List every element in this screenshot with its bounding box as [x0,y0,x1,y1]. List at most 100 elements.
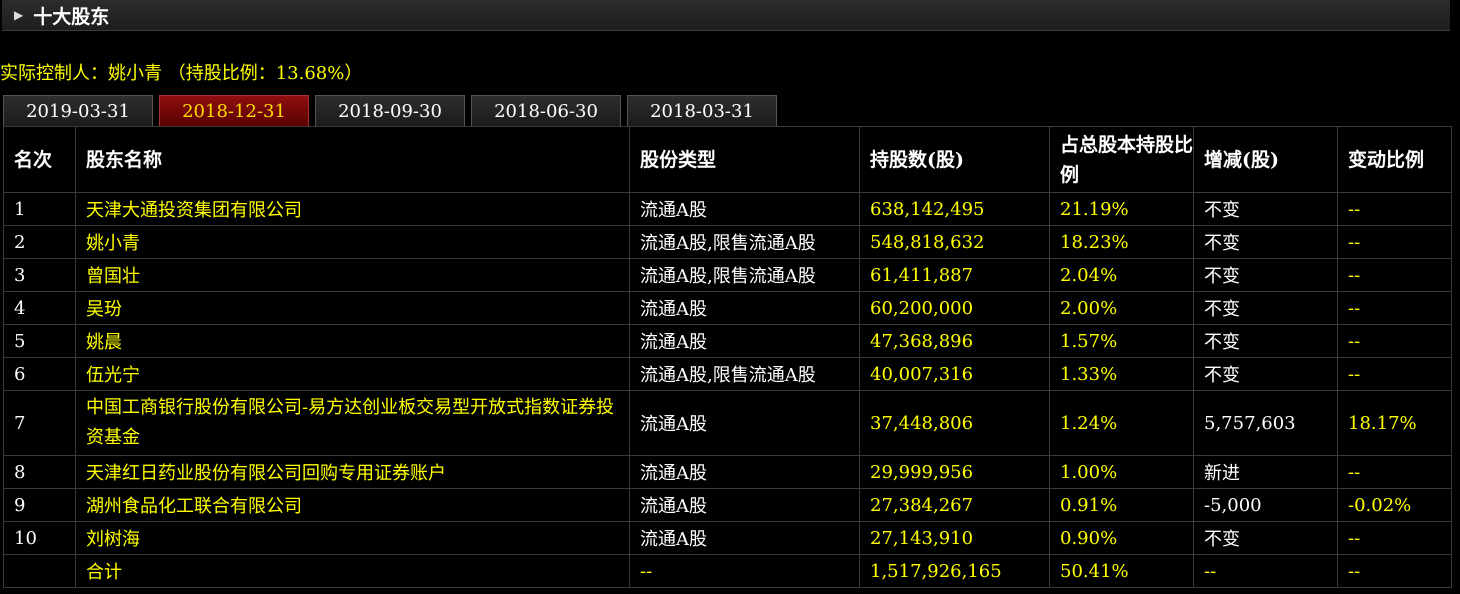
cell-rank: 7 [3,390,76,456]
cell-change-ratio: -- [1337,192,1452,226]
cell-share-type: 流通A股 [629,324,860,358]
cell-ratio: 1.33% [1049,357,1194,391]
cell-shares: 37,448,806 [859,390,1050,456]
col-header-name: 股东名称 [75,126,630,193]
cell-ratio: 1.57% [1049,324,1194,358]
section-title: 十大股东 [33,5,110,28]
cell-share-type: 流通A股 [629,390,860,456]
cell-shares: 27,143,910 [859,521,1050,555]
cell-rank: 8 [3,455,76,489]
tab-2018-03-31[interactable]: 2018-03-31 [627,95,777,126]
col-header-change-ratio: 变动比例 [1337,126,1452,193]
cell-name[interactable]: 伍光宁 [75,357,630,391]
tab-2018-09-30[interactable]: 2018-09-30 [315,95,465,126]
col-header-rank: 名次 [3,126,76,193]
cell-rank: 2 [3,225,76,259]
date-tabs: 2019-03-31 2018-12-31 2018-09-30 2018-06… [3,95,783,126]
cell-name[interactable]: 吴玢 [75,291,630,325]
cell-ratio: 18.23% [1049,225,1194,259]
shareholder-table: 名次 股东名称 股份类型 持股数(股) 占总股本持股比例 增减(股) 变动比例 … [3,126,1452,588]
cell-rank: 10 [3,521,76,555]
cell-share-type: 流通A股,限售流通A股 [629,357,860,391]
cell-change: 不变 [1193,192,1338,226]
cell-shares: 27,384,267 [859,488,1050,522]
cell-shares: 548,818,632 [859,225,1050,259]
cell-name[interactable]: 姚晨 [75,324,630,358]
cell-share-type: 流通A股 [629,521,860,555]
cell-rank [3,554,76,588]
col-header-change: 增减(股) [1193,126,1338,193]
cell-name[interactable]: 天津红日药业股份有限公司回购专用证券账户 [75,455,630,489]
table-header-row: 名次 股东名称 股份类型 持股数(股) 占总股本持股比例 增减(股) 变动比例 [3,126,1452,193]
tab-2018-12-31[interactable]: 2018-12-31 [159,95,309,126]
cell-change: 不变 [1193,357,1338,391]
total-row: 合计 -- 1,517,926,165 50.41% -- -- [3,554,1452,588]
cell-shares: 61,411,887 [859,258,1050,292]
table-row: 2 姚小青 流通A股,限售流通A股 548,818,632 18.23% 不变 … [3,225,1452,259]
cell-ratio: 0.90% [1049,521,1194,555]
col-header-shares: 持股数(股) [859,126,1050,193]
col-header-share-type: 股份类型 [629,126,860,193]
table-row: 7 中国工商银行股份有限公司-易方达创业板交易型开放式指数证券投资基金 流通A股… [3,390,1452,456]
cell-change-ratio: 18.17% [1337,390,1452,456]
cell-shares: 40,007,316 [859,357,1050,391]
cell-change-ratio: -- [1337,324,1452,358]
actual-controller: 实际控制人：姚小青 （持股比例：13.68%） [0,63,363,84]
cell-rank: 3 [3,258,76,292]
table-row: 1 天津大通投资集团有限公司 流通A股 638,142,495 21.19% 不… [3,192,1452,226]
table-row: 9 湖州食品化工联合有限公司 流通A股 27,384,267 0.91% -5,… [3,488,1452,522]
cell-change: 不变 [1193,521,1338,555]
cell-change-ratio: -- [1337,225,1452,259]
cell-rank: 5 [3,324,76,358]
cell-name[interactable]: 天津大通投资集团有限公司 [75,192,630,226]
table-row: 3 曾国壮 流通A股,限售流通A股 61,411,887 2.04% 不变 -- [3,258,1452,292]
cell-change: 不变 [1193,324,1338,358]
cell-total-ratio: 50.41% [1049,554,1194,588]
cell-share-type: 流通A股 [629,192,860,226]
cell-change: 不变 [1193,291,1338,325]
cell-total-label: 合计 [75,554,630,588]
cell-change: 5,757,603 [1193,390,1338,456]
cell-name[interactable]: 曾国壮 [75,258,630,292]
cell-share-type: 流通A股 [629,291,860,325]
cell-change-ratio: -- [1337,291,1452,325]
table-row: 5 姚晨 流通A股 47,368,896 1.57% 不变 -- [3,324,1452,358]
cell-shares: 638,142,495 [859,192,1050,226]
cell-ratio: 21.19% [1049,192,1194,226]
cell-share-type: 流通A股 [629,455,860,489]
table-row: 4 吴玢 流通A股 60,200,000 2.00% 不变 -- [3,291,1452,325]
cell-name-text[interactable]: 中国工商银行股份有限公司-易方达创业板交易型开放式指数证券投资基金 [86,393,629,453]
cell-name[interactable]: 湖州食品化工联合有限公司 [75,488,630,522]
cell-rank: 6 [3,357,76,391]
cell-change-ratio: -- [1337,554,1452,588]
cell-change: 不变 [1193,258,1338,292]
cell-change-ratio: -- [1337,258,1452,292]
cell-total-shares: 1,517,926,165 [859,554,1050,588]
cell-shares: 47,368,896 [859,324,1050,358]
cell-change-ratio: -- [1337,521,1452,555]
cell-name[interactable]: 中国工商银行股份有限公司-易方达创业板交易型开放式指数证券投资基金 [75,390,630,456]
cell-ratio: 1.00% [1049,455,1194,489]
tab-2018-06-30[interactable]: 2018-06-30 [471,95,621,126]
section-header[interactable]: ▶ 十大股东 [2,0,1450,31]
cell-ratio: 0.91% [1049,488,1194,522]
cell-name[interactable]: 刘树海 [75,521,630,555]
cell-name[interactable]: 姚小青 [75,225,630,259]
cell-change: -- [1193,554,1338,588]
cell-ratio: 2.00% [1049,291,1194,325]
cell-ratio: 1.24% [1049,390,1194,456]
cell-rank: 4 [3,291,76,325]
cell-share-type: 流通A股,限售流通A股 [629,225,860,259]
cell-change: 不变 [1193,225,1338,259]
col-header-ratio: 占总股本持股比例 [1049,126,1194,193]
cell-rank: 9 [3,488,76,522]
tab-2019-03-31[interactable]: 2019-03-31 [3,95,153,126]
cell-change-ratio: -- [1337,455,1452,489]
table-row: 6 伍光宁 流通A股,限售流通A股 40,007,316 1.33% 不变 -- [3,357,1452,391]
cell-change: -5,000 [1193,488,1338,522]
table-row: 8 天津红日药业股份有限公司回购专用证券账户 流通A股 29,999,956 1… [3,455,1452,489]
cell-share-type: -- [629,554,860,588]
cell-shares: 29,999,956 [859,455,1050,489]
cell-shares: 60,200,000 [859,291,1050,325]
expand-triangle-icon[interactable]: ▶ [14,8,23,22]
